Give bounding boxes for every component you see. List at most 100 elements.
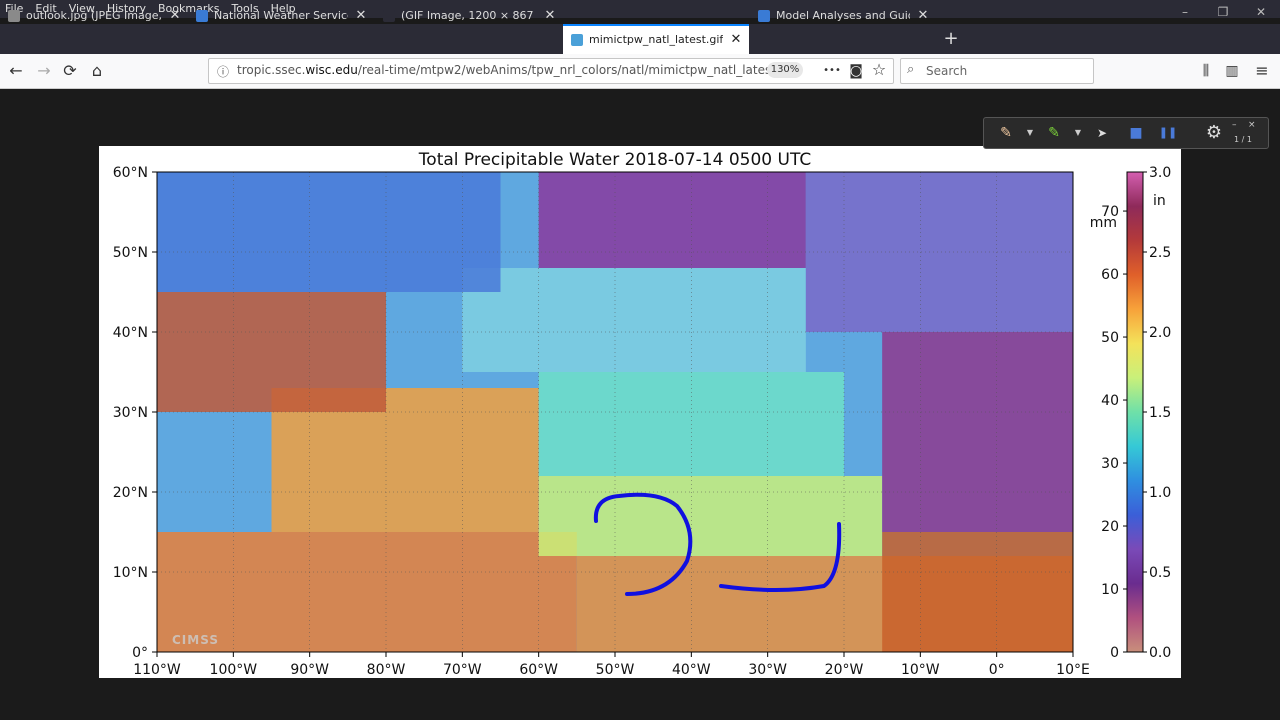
y-tick-label: 60°N	[113, 165, 148, 181]
colorbar-in-label: 1.5	[1149, 405, 1171, 421]
y-tick-label: 50°N	[113, 245, 148, 261]
new-tab-button[interactable]: +	[940, 28, 962, 50]
tab-label: mimictpw_natl_latest.gif (GIF Im	[589, 33, 723, 46]
x-tick-label: 60°W	[519, 662, 558, 678]
colorbar	[1126, 171, 1144, 653]
zoom-level-button[interactable]: 130%	[767, 62, 803, 78]
bookmark-star-icon[interactable]: ☆	[869, 60, 889, 80]
highlighter-tool-icon[interactable]: ✎	[1044, 123, 1064, 143]
tab-favicon-icon	[196, 10, 208, 22]
tab-label: outlook.jpg (JPEG Image, 720 ×	[26, 9, 162, 22]
colorbar-mm-label: 60	[1101, 267, 1119, 283]
colorbar-in-label: 1.0	[1149, 485, 1171, 501]
tpw-region-2	[538, 476, 883, 556]
tab-close-icon[interactable]: ✕	[729, 26, 743, 54]
x-tick-label: 20°W	[825, 662, 864, 678]
pen-tool-icon[interactable]: ✎	[996, 123, 1016, 143]
tab-1[interactable]: National Weather Service ✕	[188, 2, 374, 30]
pocket-icon[interactable]: ◙	[846, 61, 866, 81]
tab-favicon-icon	[571, 34, 583, 46]
tab-label: Model Analyses and Guidance	[776, 9, 910, 22]
gear-icon[interactable]: ⚙	[1204, 123, 1224, 143]
page-actions-icon[interactable]: •••	[822, 61, 842, 81]
tpw-region-0	[157, 532, 577, 652]
open-menu-icon[interactable]: ≡	[1252, 61, 1272, 81]
minimize-toolbar-icon[interactable]: –	[1232, 120, 1237, 130]
sidebar-icon[interactable]: ▥	[1222, 61, 1242, 81]
search-icon: ⌕	[907, 62, 915, 77]
tab-2[interactable]: (GIF Image, 1200 × 867 pixels) - Sc ✕	[375, 2, 563, 30]
x-tick-label: 30°W	[748, 662, 787, 678]
cimss-watermark: CIMSS	[172, 633, 219, 647]
colorbar-mm-label: 30	[1101, 456, 1119, 472]
restore-icon[interactable]: ❐	[1204, 0, 1242, 24]
library-icon[interactable]: ⫼	[1196, 61, 1216, 81]
tab-close-icon[interactable]: ✕	[168, 2, 182, 30]
page-counter: 1 / 1	[1234, 135, 1252, 144]
tpw-region-7	[157, 172, 501, 292]
x-tick-label: 90°W	[290, 662, 329, 678]
x-tick-label: 100°W	[210, 662, 258, 678]
x-tick-label: 10°W	[901, 662, 940, 678]
tpw-region-10	[882, 332, 1073, 532]
colorbar-in-label: 0.0	[1149, 645, 1171, 661]
annotation-toolbar: ✎ ▼ ✎ ▼ ➤ ■ ❚❚ ⚙ – × 1 / 1	[983, 117, 1269, 149]
tab-favicon-icon	[758, 10, 770, 22]
colorbar-in-label: 0.5	[1149, 565, 1171, 581]
x-tick-label: 40°W	[672, 662, 711, 678]
x-tick-label: 10°E	[1056, 662, 1090, 678]
stop-icon[interactable]: ■	[1126, 123, 1146, 143]
tab-0[interactable]: outlook.jpg (JPEG Image, 720 × ✕	[0, 2, 188, 30]
url-text: tropic.ssec.wisc.edu/real-time/mtpw2/web…	[237, 63, 795, 77]
colorbar-in-label: 2.5	[1149, 245, 1171, 261]
y-tick-label: 30°N	[113, 405, 148, 421]
x-tick-label: 0°	[989, 662, 1005, 678]
back-button[interactable]: ←	[4, 59, 28, 83]
tab-favicon-icon	[8, 10, 20, 22]
tpw-region-11	[882, 532, 1073, 652]
tab-3[interactable]: mimictpw_natl_latest.gif (GIF Im ✕	[563, 24, 749, 54]
x-tick-label: 70°W	[443, 662, 482, 678]
tab-close-icon[interactable]: ✕	[354, 2, 368, 30]
tab-close-icon[interactable]: ✕	[543, 2, 557, 30]
pause-icon[interactable]: ❚❚	[1158, 123, 1178, 143]
tpw-region-6	[157, 292, 386, 412]
colorbar-mm-label: 50	[1101, 330, 1119, 346]
reload-button[interactable]: ⟳	[58, 59, 82, 83]
y-tick-label: 20°N	[113, 485, 148, 501]
navigation-toolbar: ← → ⟳ ⌂ ⓘ tropic.ssec.wisc.edu/real-time…	[0, 54, 1280, 89]
search-input[interactable]: ⌕ Search	[900, 58, 1094, 84]
close-window-icon[interactable]: ✕	[1242, 0, 1280, 24]
pen-dropdown-icon[interactable]: ▼	[1020, 123, 1040, 143]
home-button[interactable]: ⌂	[85, 59, 109, 83]
info-icon[interactable]: ⓘ	[217, 63, 229, 80]
x-tick-label: 50°W	[596, 662, 635, 678]
y-tick-label: 0°	[132, 645, 148, 661]
tab-close-icon[interactable]: ✕	[916, 2, 930, 30]
tab-label: (GIF Image, 1200 × 867 pixels) - Sc	[401, 9, 537, 22]
tab-favicon-icon	[383, 10, 395, 22]
y-tick-label: 10°N	[113, 565, 148, 581]
tab-label: National Weather Service	[214, 9, 348, 22]
chart-title: Total Precipitable Water 2018-07-14 0500…	[418, 150, 811, 170]
colorbar-mm-label: 20	[1101, 519, 1119, 535]
y-tick-label: 40°N	[113, 325, 148, 341]
x-tick-label: 110°W	[133, 662, 181, 678]
forward-button[interactable]: →	[32, 59, 56, 83]
colorbar-in-label: 3.0	[1149, 165, 1171, 181]
tpw-chart: Total Precipitable Water 2018-07-14 0500…	[113, 150, 1172, 678]
close-toolbar-icon[interactable]: ×	[1248, 120, 1256, 130]
tab-4[interactable]: Model Analyses and Guidance ✕	[750, 2, 936, 30]
tpw-region-5	[462, 268, 806, 372]
colorbar-mm-label: 40	[1101, 393, 1119, 409]
colorbar-mm-label: 0	[1110, 645, 1119, 661]
highlighter-dropdown-icon[interactable]: ▼	[1068, 123, 1088, 143]
pointer-tool-icon[interactable]: ➤	[1092, 123, 1112, 143]
tpw-figure: Total Precipitable Water 2018-07-14 0500…	[99, 146, 1181, 678]
x-tick-label: 80°W	[367, 662, 406, 678]
minimize-icon[interactable]: –	[1166, 0, 1204, 24]
tpw-region-8	[538, 172, 806, 268]
colorbar-mm-unit: mm	[1090, 215, 1117, 231]
colorbar-in-unit: in	[1153, 193, 1166, 209]
url-bar[interactable]: ⓘ tropic.ssec.wisc.edu/real-time/mtpw2/w…	[208, 58, 894, 84]
